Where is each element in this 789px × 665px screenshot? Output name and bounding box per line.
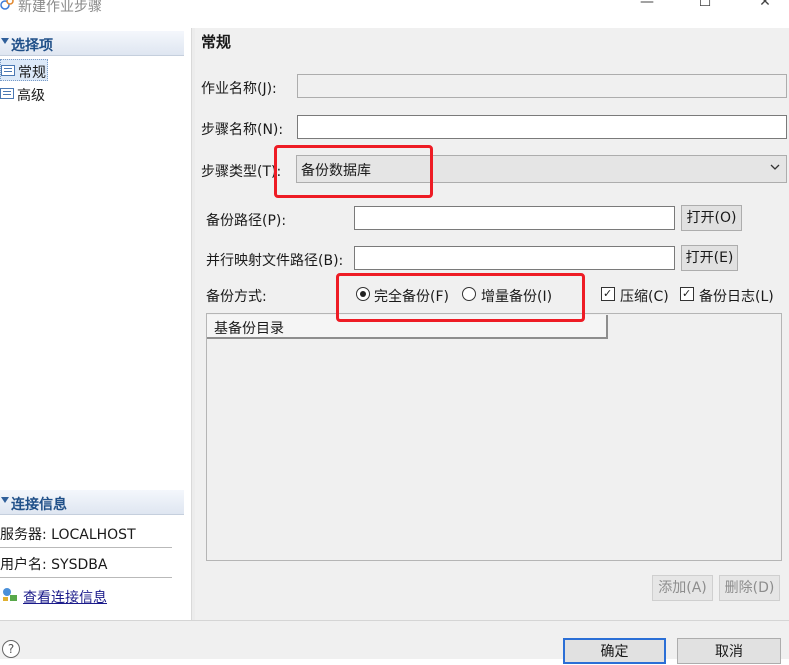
collapse-triangle-icon — [1, 38, 9, 44]
add-button[interactable]: 添加(A) — [652, 575, 713, 601]
cancel-button[interactable]: 取消 — [677, 638, 781, 664]
user-info: 用户名: SYSDBA — [0, 557, 108, 573]
sidebar-item-label: 常规 — [18, 65, 46, 81]
divider — [0, 547, 172, 548]
backup-path-label: 备份路径(P): — [206, 213, 287, 229]
window-title: 新建作业步骤 — [18, 0, 102, 15]
list-column-header-label: 基备份目录 — [214, 321, 284, 337]
help-icon[interactable]: ? — [2, 640, 20, 658]
server-info: 服务器: LOCALHOST — [0, 527, 136, 543]
view-connection-info-link[interactable]: 查看连接信息 — [23, 587, 107, 607]
sidebar-item-advanced[interactable]: 高级 — [0, 83, 48, 105]
connection-section-header[interactable]: 连接信息 — [0, 490, 184, 515]
chevron-down-icon — [770, 164, 780, 170]
minimize-button[interactable]: — — [632, 0, 662, 14]
close-button[interactable]: ✕ — [750, 0, 780, 14]
checkmark-icon: ✓ — [603, 287, 613, 300]
mirror-path-field[interactable] — [354, 246, 675, 270]
maximize-button[interactable]: ☐ — [690, 0, 720, 14]
step-type-label: 步骤类型(T): — [201, 164, 282, 180]
footer — [0, 621, 789, 659]
app-icon — [0, 0, 14, 10]
mirror-path-label: 并行映射文件路径(B): — [206, 253, 344, 269]
checkmark-icon: ✓ — [682, 287, 692, 300]
page-title: 常规 — [201, 33, 232, 51]
connection-info-icon — [3, 588, 17, 601]
title-bar: 新建作业步骤 — ☐ ✕ — [0, 0, 789, 24]
backup-mode-label: 备份方式: — [206, 289, 267, 305]
collapse-triangle-icon — [1, 497, 9, 503]
backup-mode-highlight-box — [336, 273, 585, 322]
step-name-label: 步骤名称(N): — [201, 122, 284, 138]
sidebar: 选择项 常规 高级 连接信息 服务器: LOCALHOST 用户名: SYSDB… — [0, 28, 191, 620]
delete-button[interactable]: 删除(D) — [719, 575, 780, 601]
connection-section-title: 连接信息 — [11, 497, 67, 513]
page-list-icon — [0, 88, 14, 99]
sidebar-item-general[interactable]: 常规 — [0, 59, 48, 81]
page-list-icon — [1, 65, 15, 76]
open-backup-path-button[interactable]: 打开(O) — [681, 205, 742, 231]
open-mirror-path-button[interactable]: 打开(E) — [681, 245, 738, 271]
compress-label[interactable]: 压缩(C) — [620, 286, 669, 306]
options-section-header[interactable]: 选择项 — [0, 31, 184, 56]
job-name-label: 作业名称(J): — [201, 81, 277, 97]
backup-log-checkbox[interactable]: ✓ — [680, 287, 694, 301]
main-header — [195, 28, 789, 58]
compress-checkbox[interactable]: ✓ — [601, 287, 615, 301]
backup-log-label[interactable]: 备份日志(L) — [699, 286, 774, 306]
base-backup-dir-list[interactable] — [206, 313, 782, 561]
backup-path-field[interactable] — [354, 206, 675, 230]
step-name-field[interactable] — [297, 115, 787, 139]
sidebar-item-label: 高级 — [17, 88, 45, 104]
ok-button[interactable]: 确定 — [563, 638, 666, 664]
step-type-highlight-box — [274, 145, 433, 198]
options-section-title: 选择项 — [11, 38, 53, 54]
divider — [0, 577, 172, 578]
job-name-field — [297, 74, 787, 98]
